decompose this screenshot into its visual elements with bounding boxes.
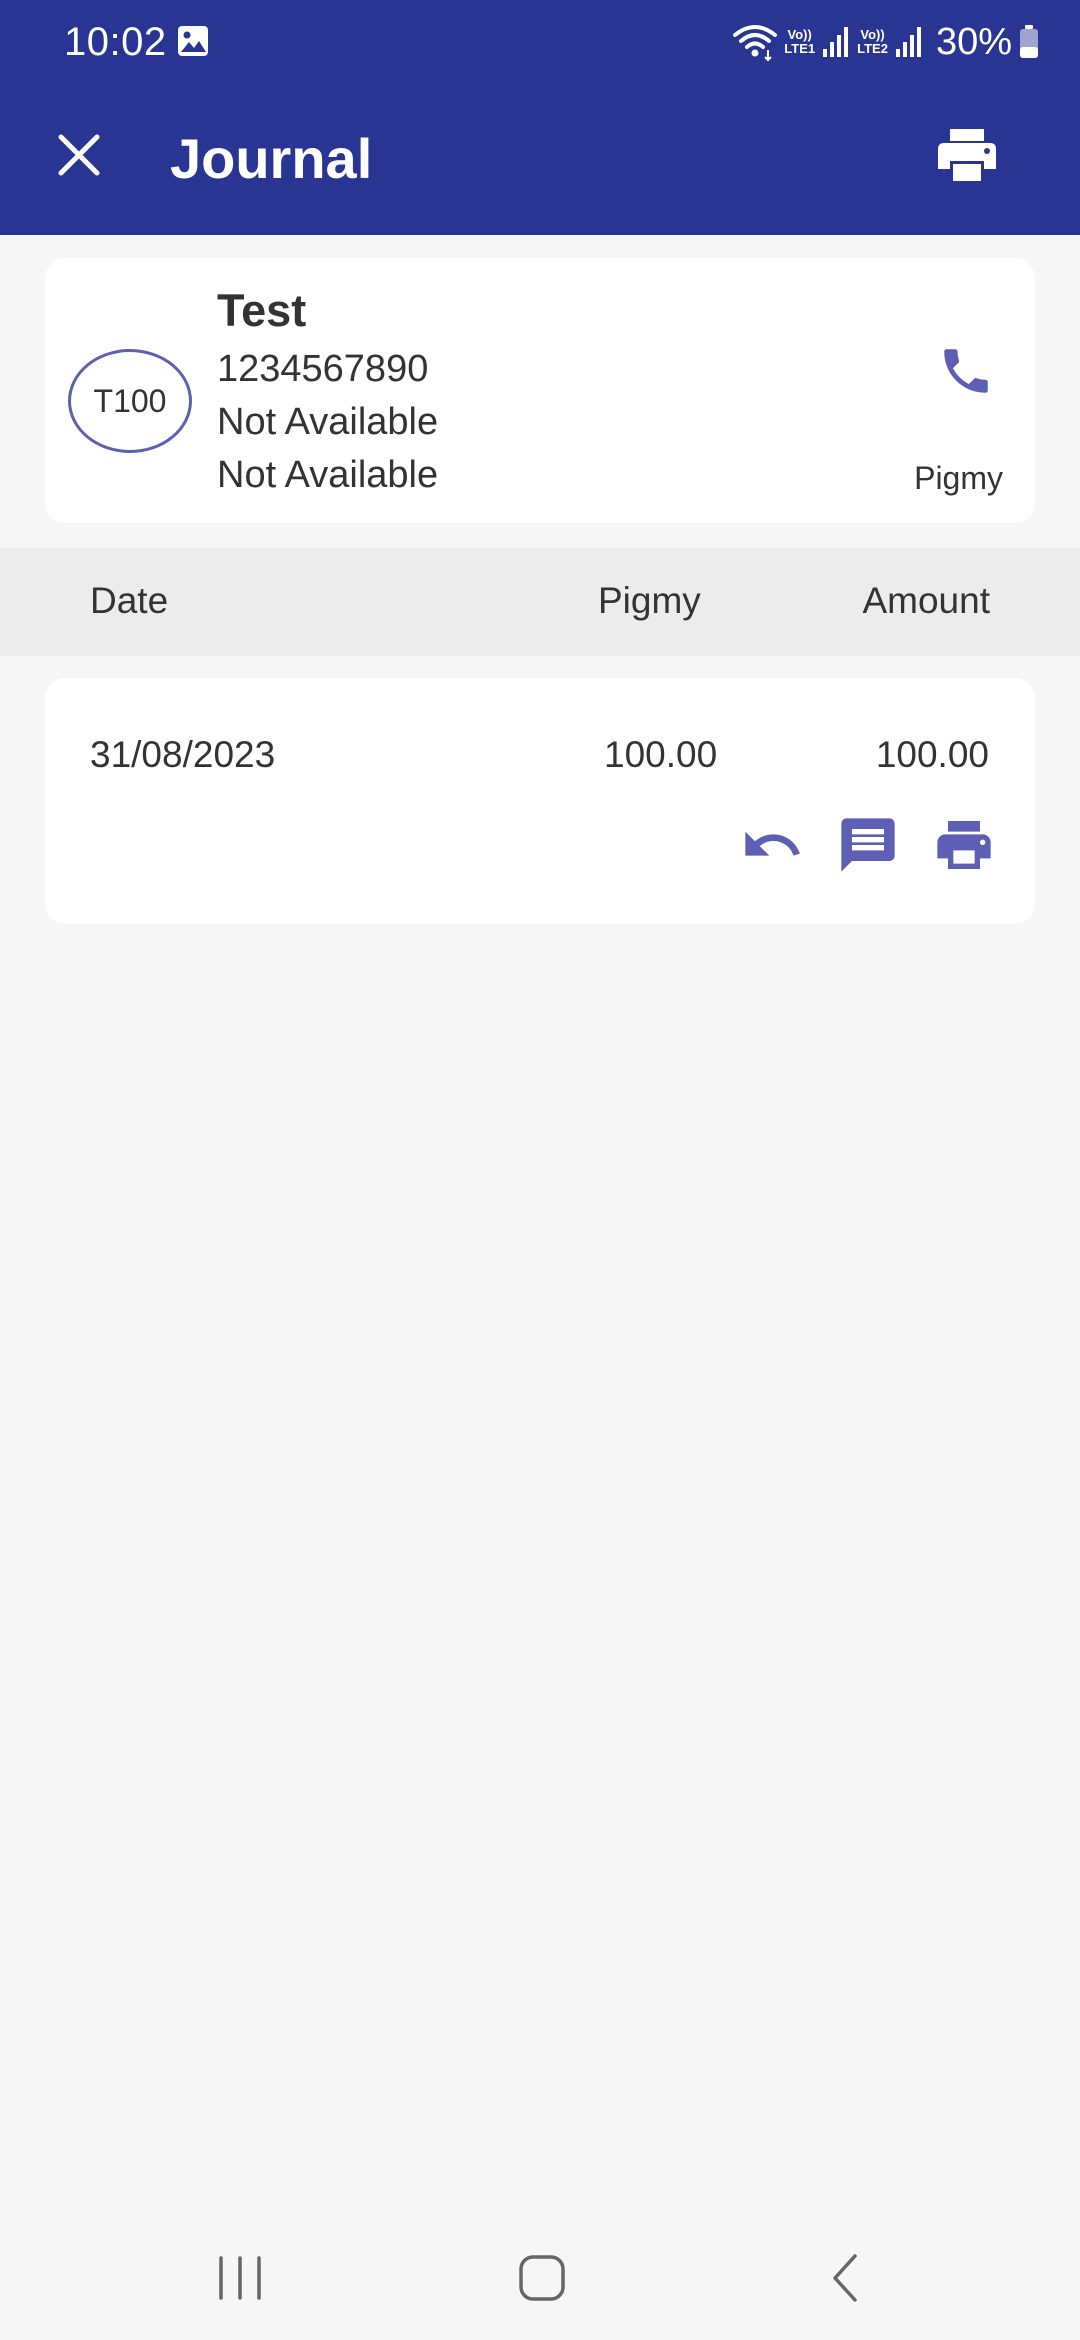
table-header: Date Pigmy Amount xyxy=(0,548,1080,656)
page-title: Journal xyxy=(170,127,373,190)
recents-icon xyxy=(215,2254,265,2307)
row-amount: 100.00 xyxy=(875,734,989,775)
home-button[interactable] xyxy=(497,2250,587,2310)
printer-icon xyxy=(932,813,996,886)
print-button[interactable] xyxy=(932,122,1002,192)
sim1-badge-bottom: LTE1 xyxy=(784,41,816,56)
customer-name: Test xyxy=(217,285,307,336)
call-button[interactable] xyxy=(931,338,1001,408)
recents-button[interactable] xyxy=(195,2250,285,2310)
row-pigmy: 100.00 xyxy=(604,734,718,775)
customer-detail-2: Not Available xyxy=(217,454,439,496)
back-icon xyxy=(825,2252,865,2309)
table-row: 31/08/2023 100.00 100.00 xyxy=(45,678,1035,924)
close-button[interactable] xyxy=(46,124,112,190)
sim2-badge-bottom: LTE2 xyxy=(857,41,888,56)
status-icons: Vo)) LTE1 Vo)) LTE2 30% xyxy=(732,18,1040,66)
message-icon xyxy=(836,813,900,886)
column-header-amount: Amount xyxy=(862,580,990,621)
gallery-icon xyxy=(176,24,210,58)
print-row-button[interactable] xyxy=(927,814,1001,884)
row-actions xyxy=(735,814,1001,884)
printer-icon xyxy=(936,127,998,188)
back-button[interactable] xyxy=(800,2250,890,2310)
column-header-date: Date xyxy=(90,580,169,621)
account-type: Pigmy xyxy=(914,460,1003,496)
sim2-badge-top: Vo)) xyxy=(860,27,885,42)
sim1-badge-top: Vo)) xyxy=(787,27,812,42)
system-nav-bar xyxy=(0,2220,1080,2340)
battery-icon xyxy=(1018,24,1040,60)
battery-percent: 30% xyxy=(935,21,1012,63)
signal-icon xyxy=(894,25,924,59)
sim2-lte-badge: Vo)) LTE2 xyxy=(857,28,888,56)
sim1-lte-badge: Vo)) LTE1 xyxy=(784,28,815,56)
customer-card[interactable]: T100 Test 1234567890 Not Available Not A… xyxy=(45,258,1035,523)
undo-button[interactable] xyxy=(735,814,809,884)
avatar: T100 xyxy=(68,349,192,453)
wifi-icon xyxy=(732,22,778,62)
column-header-pigmy: Pigmy xyxy=(598,580,701,621)
message-button[interactable] xyxy=(831,814,905,884)
status-time: 10:02 xyxy=(64,20,167,64)
home-icon xyxy=(517,2253,567,2308)
customer-phone: 1234567890 xyxy=(217,348,429,390)
signal-icon xyxy=(821,25,851,59)
row-date: 31/08/2023 xyxy=(90,734,276,775)
undo-icon xyxy=(740,813,804,886)
journal-screen: 10:02 Vo)) LTE1 Vo)) LTE2 30% Journal T1… xyxy=(0,0,1080,2340)
status-bar: 10:02 Vo)) LTE1 Vo)) LTE2 30% xyxy=(0,0,1080,84)
phone-icon xyxy=(937,342,995,405)
close-icon xyxy=(57,133,101,182)
customer-detail-1: Not Available xyxy=(217,401,439,443)
app-bar: Journal xyxy=(0,84,1080,235)
top-bar: 10:02 Vo)) LTE1 Vo)) LTE2 30% Journal xyxy=(0,0,1080,235)
